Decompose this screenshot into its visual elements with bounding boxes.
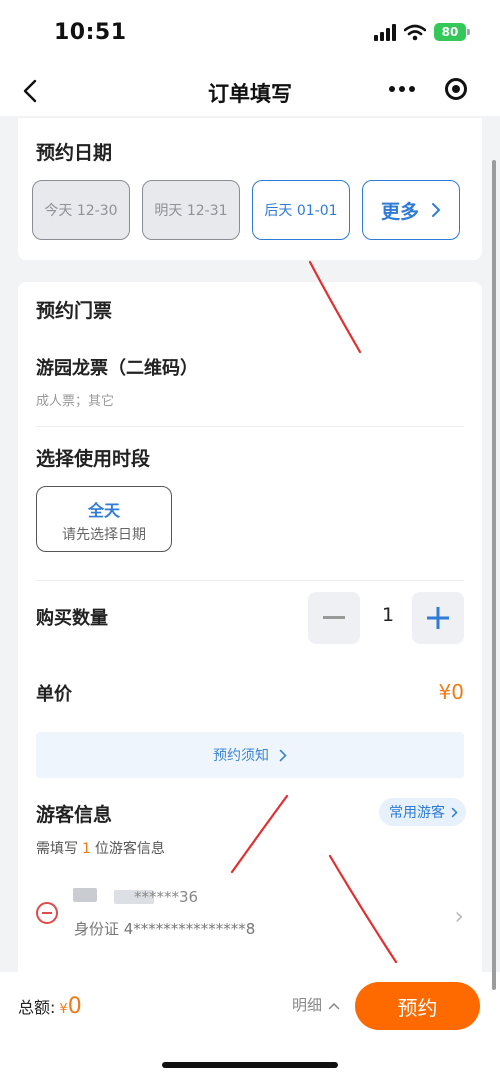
unit-price-label: 单价 <box>36 684 72 705</box>
status-time: 10:51 <box>54 20 127 45</box>
status-bar: 10:51 80 <box>0 0 500 66</box>
visitor-hint-suffix: 位游客信息 <box>94 841 165 857</box>
common-visitors-button[interactable]: 常用游客 <box>379 798 466 826</box>
scrollbar[interactable] <box>492 160 496 990</box>
chevron-right-icon[interactable]: › <box>454 902 464 930</box>
ticket-name: 游园龙票（二维码） <box>36 358 198 379</box>
price-detail-label: 明细 <box>292 996 323 1014</box>
chevron-right-icon <box>432 203 441 217</box>
more-dates-button[interactable]: 更多 <box>362 180 460 240</box>
remove-visitor-icon[interactable] <box>36 902 58 924</box>
quantity-increase-button[interactable] <box>412 592 464 644</box>
nav-bar: 订单填写 <box>0 66 500 116</box>
visitor-name[interactable]: ******36 <box>134 888 198 906</box>
chevron-up-icon <box>328 1002 340 1010</box>
battery-icon: 80 <box>434 23 470 41</box>
total-currency: ¥ <box>59 1002 68 1017</box>
quantity-label: 购买数量 <box>36 608 108 629</box>
ticket-section-title: 预约门票 <box>36 300 113 322</box>
divider <box>36 426 464 427</box>
unit-price-value: ¥0 <box>438 680 464 704</box>
signal-icon <box>374 23 396 41</box>
date-section-title: 预约日期 <box>36 142 113 164</box>
total-amount: 总额: ¥0 <box>18 994 82 1019</box>
common-visitors-label: 常用游客 <box>389 805 445 821</box>
plus-icon <box>427 607 449 629</box>
quantity-value: 1 <box>381 604 395 626</box>
period-section-title: 选择使用时段 <box>36 448 151 470</box>
order-card: 预约门票 游园龙票（二维码） 成人票；其它 选择使用时段 全天 请先选择日期 购… <box>18 282 482 972</box>
more-dates-label: 更多 <box>380 200 419 223</box>
masked-avatar <box>73 888 97 902</box>
date-chip-day-after[interactable]: 后天 01-01 <box>252 180 350 240</box>
visitor-section-title: 游客信息 <box>36 804 113 826</box>
quantity-decrease-button[interactable] <box>308 592 360 644</box>
divider <box>36 580 464 581</box>
date-chip-tomorrow[interactable]: 明天 12-31 <box>142 180 240 240</box>
book-button[interactable]: 预约 <box>355 982 480 1030</box>
wifi-icon <box>404 24 426 40</box>
visitor-hint-prefix: 需填写 <box>36 841 78 857</box>
close-target-icon[interactable] <box>445 78 467 100</box>
more-dots-icon[interactable] <box>389 86 415 92</box>
period-option-label: 全天 <box>87 501 120 520</box>
period-option-hint: 请先选择日期 <box>62 527 146 543</box>
date-card: 预约日期 今天 12-30 明天 12-31 后天 01-01 更多 <box>18 118 482 260</box>
minus-icon <box>323 616 345 619</box>
visitor-hint: 需填写 1 位游客信息 <box>36 838 165 858</box>
bottom-bar: 总额: ¥0 明细 预约 <box>0 972 500 1082</box>
visitor-hint-count: 1 <box>82 841 91 857</box>
visitor-id-number[interactable]: 身份证 4***************8 <box>74 918 255 939</box>
booking-notice-link[interactable]: 预约须知 <box>36 732 464 778</box>
chevron-right-icon <box>451 807 458 817</box>
mini-program-capsule <box>374 71 482 107</box>
home-indicator <box>162 1062 338 1068</box>
ticket-type: 成人票；其它 <box>36 394 115 409</box>
total-label: 总额: <box>18 998 56 1017</box>
period-option-all-day[interactable]: 全天 请先选择日期 <box>36 486 172 552</box>
price-detail-toggle[interactable]: 明细 <box>292 994 340 1015</box>
date-chip-today[interactable]: 今天 12-30 <box>32 180 130 240</box>
status-icons: 80 <box>374 23 470 41</box>
total-value: 0 <box>67 994 82 1019</box>
chevron-right-icon <box>279 749 287 761</box>
booking-notice-label: 预约须知 <box>213 748 269 764</box>
